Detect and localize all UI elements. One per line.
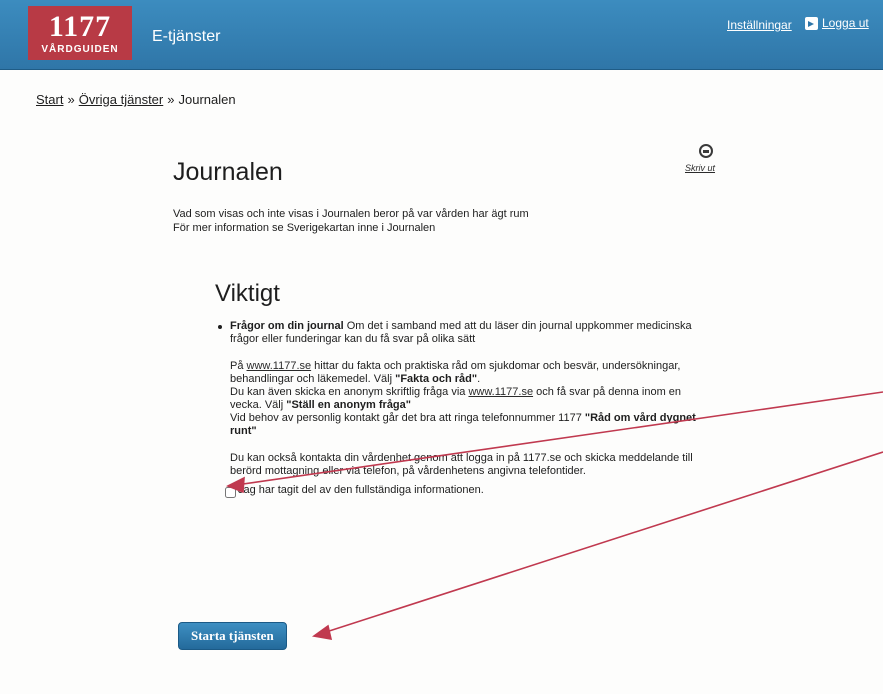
annotation-arrows [226,391,883,640]
arrow-head-start-button [311,624,333,640]
arrow-to-checkbox [235,391,883,486]
arrow-head-checkbox [226,476,245,494]
arrow-to-start-button [322,451,883,634]
